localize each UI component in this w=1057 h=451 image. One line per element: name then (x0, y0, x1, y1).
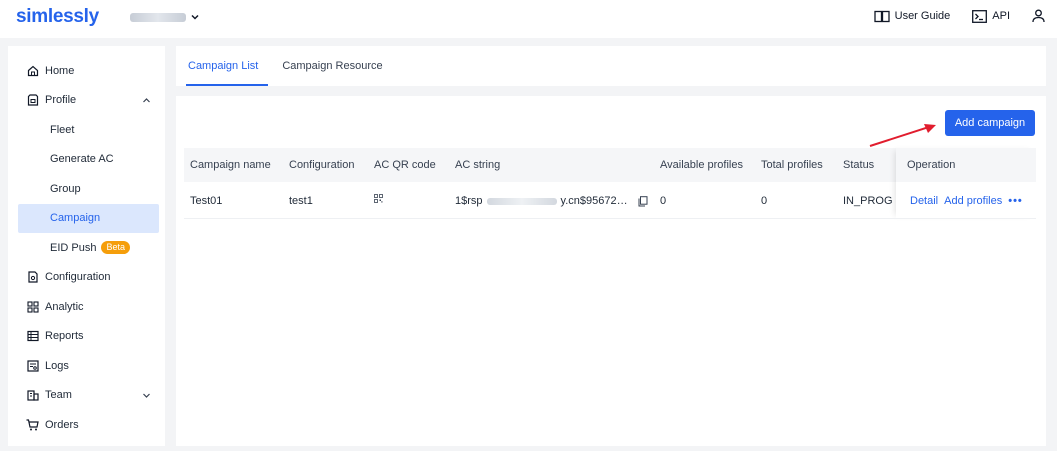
column-header-configuration: Configuration (289, 159, 355, 171)
campaign-tabs: Campaign List Campaign Resource (176, 46, 1046, 86)
sidebar-item-label: Campaign (50, 212, 101, 225)
organization-name-redacted (130, 12, 186, 22)
sidebar-item-label: Home (45, 64, 75, 77)
sidebar-item-label: Reports (45, 330, 84, 343)
row-divider (184, 218, 1036, 219)
column-header-status: Status (843, 159, 875, 171)
organization-selector[interactable] (130, 12, 200, 22)
ac-string-start: 1$rsp (455, 195, 483, 207)
chevron-down-icon (143, 393, 150, 398)
column-header-operation: Operation (907, 159, 956, 171)
app-logo[interactable]: simlessly (16, 6, 99, 28)
api-label: API (992, 10, 1010, 22)
column-header-total-profiles: Total profiles (761, 159, 823, 171)
cell-configuration: test1 (289, 195, 313, 207)
cell-available-profiles: 0 (660, 195, 667, 207)
tab-campaign-resource[interactable]: Campaign Resource (282, 46, 382, 86)
terminal-icon (972, 9, 988, 23)
ac-string-redacted (486, 197, 557, 205)
sidebar-item-generate-ac[interactable]: Generate AC (8, 145, 165, 175)
analytic-icon (26, 301, 39, 313)
api-link[interactable]: API (972, 9, 1010, 23)
sidebar-item-label: Orders (45, 418, 79, 431)
add-profiles-link[interactable]: Add profiles (944, 195, 1002, 207)
sidebar-item-label: Team (45, 389, 72, 402)
cell-operation: Detail Add profiles ••• (910, 195, 1023, 207)
campaign-panel: Add campaign Campaign name Configuration… (176, 96, 1046, 446)
home-icon (27, 65, 38, 76)
tab-campaign-list[interactable]: Campaign List (185, 46, 269, 86)
cell-ac-string: 1$rsp y.cn$95672… (455, 195, 648, 207)
sidebar-item-analytic[interactable]: Analytic (8, 292, 165, 322)
book-icon (873, 10, 890, 22)
cell-campaign-name: Test01 (190, 195, 223, 207)
sidebar-item-label: Profile (45, 94, 77, 107)
sidebar-item-profile[interactable]: Profile (8, 86, 165, 116)
qr-code-icon[interactable] (374, 194, 383, 206)
detail-link[interactable]: Detail (910, 195, 938, 207)
sidebar-item-configuration[interactable]: Configuration (8, 263, 165, 293)
copy-icon[interactable] (638, 195, 648, 207)
sidebar-item-label: Configuration (45, 271, 111, 284)
add-campaign-button[interactable]: Add campaign (945, 110, 1035, 136)
sidebar-item-group[interactable]: Group (8, 174, 165, 204)
reports-icon (26, 331, 39, 342)
user-guide-link[interactable]: User Guide (873, 10, 951, 23)
chevron-down-icon (191, 14, 199, 20)
top-bar: simlessly User Guide API (0, 0, 1057, 38)
account-button[interactable] (1032, 9, 1045, 23)
profile-icon (27, 94, 38, 106)
sidebar: Home Profile Fleet Generate AC Group Cam… (8, 46, 165, 446)
user-icon (1032, 9, 1045, 23)
more-options-icon[interactable]: ••• (1008, 195, 1023, 207)
sidebar-item-label: Fleet (50, 123, 75, 136)
sidebar-item-fleet[interactable]: Fleet (8, 115, 165, 145)
red-arrow-annotation (869, 124, 936, 147)
logs-icon (26, 360, 39, 372)
ac-string-end: y.cn$95672… (560, 195, 628, 207)
cell-total-profiles: 0 (761, 195, 768, 207)
sidebar-item-eid-push[interactable]: EID Push Beta (8, 233, 165, 263)
sidebar-item-home[interactable]: Home (8, 56, 165, 86)
team-icon (26, 390, 39, 401)
sidebar-item-campaign[interactable]: Campaign (18, 203, 159, 233)
sidebar-item-label: Group (50, 182, 81, 195)
column-header-ac-qr-code: AC QR code (374, 159, 436, 171)
sidebar-item-label: Logs (45, 359, 69, 372)
sidebar-item-orders[interactable]: Orders (8, 410, 165, 440)
user-guide-label: User Guide (894, 10, 951, 22)
column-header-campaign-name: Campaign name (190, 159, 271, 171)
sidebar-item-logs[interactable]: Logs (8, 351, 165, 381)
qr-code-icon-svg (374, 194, 383, 203)
beta-badge: Beta (101, 241, 130, 255)
sidebar-item-label: Analytic (45, 300, 84, 313)
cart-icon (26, 419, 39, 431)
sidebar-item-label: EID Push (50, 241, 97, 254)
sidebar-item-team[interactable]: Team (8, 381, 165, 411)
configuration-icon (27, 271, 38, 283)
cell-status: IN_PROGR (843, 195, 893, 207)
column-header-available-profiles: Available profiles (660, 159, 743, 171)
column-header-ac-string: AC string (455, 159, 501, 171)
chevron-up-icon (143, 97, 150, 102)
sidebar-item-label: Generate AC (50, 153, 114, 166)
sidebar-item-reports[interactable]: Reports (8, 322, 165, 352)
